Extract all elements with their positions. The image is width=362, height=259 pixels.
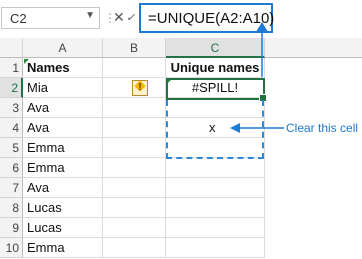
arrow-up-icon [256, 22, 268, 32]
annotation-arrows [230, 22, 284, 133]
arrow-left-icon [230, 123, 240, 133]
